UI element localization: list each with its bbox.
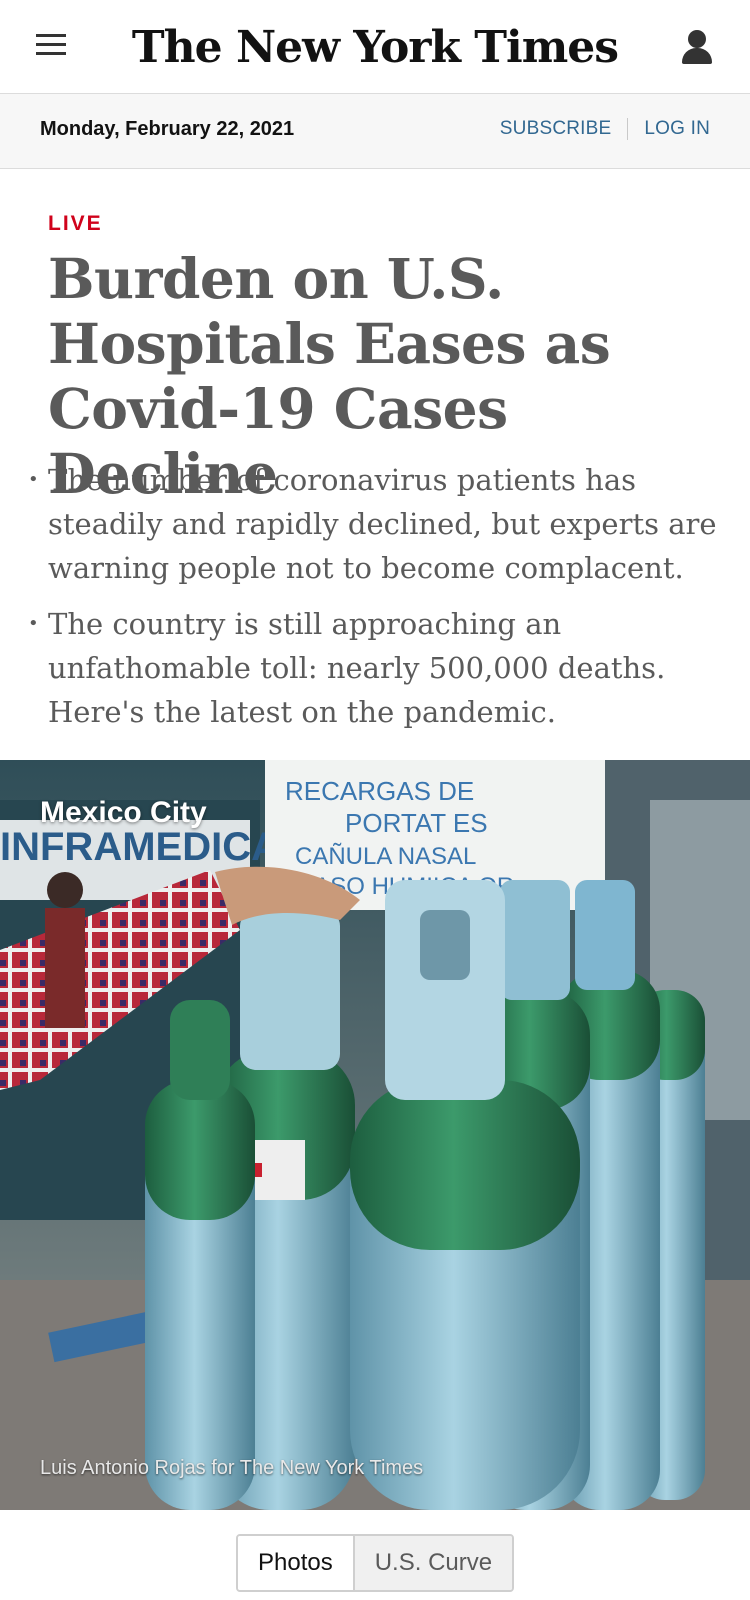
summary-bullet: The country is still approaching an unfa… [28, 602, 738, 734]
svg-text:RECARGAS DE: RECARGAS DE [285, 776, 474, 806]
photo-illustration: INFRAMEDICA RECARGAS DE PORTAT ES CAÑULA… [0, 760, 750, 1510]
divider [627, 118, 629, 140]
date-bar: Monday, February 22, 2021 SUBSCRIBE LOG … [0, 94, 750, 169]
account-icon[interactable] [680, 28, 714, 66]
svg-text:PORTAT ES: PORTAT ES [345, 808, 488, 838]
summary-bullet: The number of coronavirus patients has s… [28, 458, 738, 590]
subscribe-link[interactable]: SUBSCRIBE [500, 118, 612, 140]
live-label: LIVE [48, 212, 103, 235]
current-date: Monday, February 22, 2021 [40, 118, 295, 140]
tab-photos[interactable]: Photos [238, 1536, 353, 1590]
svg-text:CAÑULA NASAL: CAÑULA NASAL [295, 843, 476, 870]
masthead: The New York Times [0, 0, 750, 94]
photo-location: Mexico City [40, 796, 207, 829]
login-link[interactable]: LOG IN [644, 118, 710, 140]
photo-credit: Luis Antonio Rojas for The New York Time… [40, 1457, 424, 1479]
auth-links: SUBSCRIBE LOG IN [500, 118, 710, 140]
media-tabs: Photos U.S. Curve [236, 1534, 515, 1592]
tab-us-curve[interactable]: U.S. Curve [352, 1536, 513, 1590]
nyt-logo[interactable]: The New York Times [0, 18, 750, 78]
lead-photo[interactable]: INFRAMEDICA RECARGAS DE PORTAT ES CAÑULA… [0, 760, 750, 1510]
summary-list: The number of coronavirus patients has s… [28, 458, 738, 746]
store-sign-text: INFRAMEDICA [0, 825, 280, 869]
